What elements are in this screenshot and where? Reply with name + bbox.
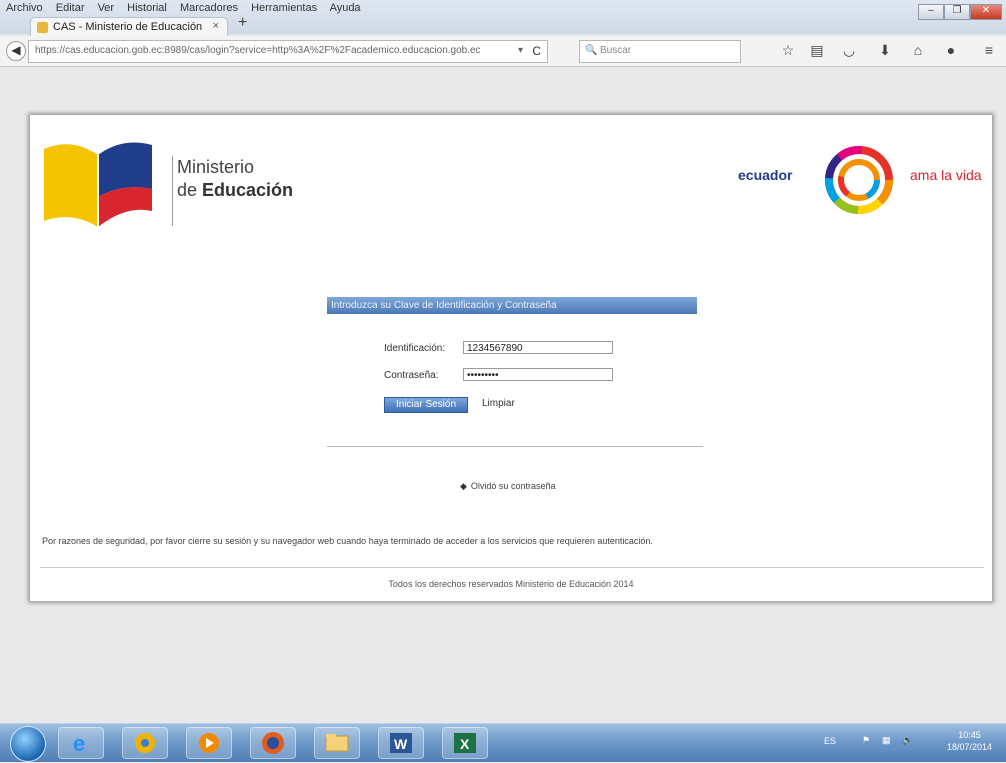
search-placeholder: Buscar <box>600 45 632 56</box>
tab-title: CAS - Ministerio de Educación <box>53 21 203 33</box>
security-notice: Por razones de seguridad, por favor cier… <box>42 536 653 546</box>
login-button[interactable]: Iniciar Sesión <box>384 397 468 413</box>
clock-time: 10:45 <box>958 730 981 740</box>
menu-historial[interactable]: Historial <box>127 2 167 14</box>
url-dropdown-icon[interactable]: ▾ <box>518 45 523 56</box>
ecuador-ama-la-vida-logo: ecuador ama la vida <box>738 145 988 215</box>
menu-hamburger-icon[interactable]: ≡ <box>980 42 998 58</box>
clock-date: 18/07/2014 <box>946 742 992 752</box>
brand-line-2-bold: Educación <box>202 180 294 200</box>
ministerio-logo-icon <box>44 142 152 227</box>
download-icon[interactable]: ⬇ <box>876 42 894 59</box>
clear-button[interactable]: Limpiar <box>482 398 515 409</box>
menu-ayuda[interactable]: Ayuda <box>330 2 361 14</box>
footer-divider <box>40 567 984 568</box>
svg-text:X: X <box>460 736 470 752</box>
forgot-password-link[interactable]: Olvidó su contraseña <box>471 481 556 491</box>
system-tray: ES ⚑ ▦ 🔈 10:45 18/07/2014 <box>806 724 1006 762</box>
pocket-icon[interactable]: ◡ <box>840 42 858 59</box>
brand-line-2: de Educación <box>177 178 293 202</box>
browser-menubar: Archivo Editar Ver Historial Marcadores … <box>0 0 1006 37</box>
taskbar-internet-explorer-icon[interactable]: e <box>58 727 104 759</box>
brand-line-2-prefix: de <box>177 180 203 200</box>
back-button[interactable]: ◀ <box>6 41 26 61</box>
username-input[interactable]: 1234567890 <box>463 341 613 354</box>
windows-taskbar: e W X ES ⚑ ▦ 🔈 10:45 18/07/2014 <box>0 723 1006 762</box>
svg-text:e: e <box>73 731 85 756</box>
close-window-button[interactable]: ✕ <box>970 4 1002 20</box>
password-input[interactable]: ••••••••• <box>463 368 613 381</box>
sun-spiral-icon <box>825 146 893 214</box>
page-viewport: Ministerio de Educación ecuador ama la v… <box>0 67 1006 723</box>
tab-close-icon[interactable]: × <box>213 20 219 32</box>
minimize-button[interactable]: – <box>918 4 944 20</box>
svg-text:W: W <box>394 736 408 752</box>
bullet-icon: ◆ <box>460 481 467 491</box>
menu-editar[interactable]: Editar <box>56 2 85 14</box>
search-bar[interactable]: 🔍 Buscar <box>579 40 741 63</box>
new-tab-button[interactable]: + <box>238 14 247 32</box>
menu-herramientas[interactable]: Herramientas <box>251 2 317 14</box>
menu-bar: Archivo Editar Ver Historial Marcadores … <box>6 2 371 14</box>
ministerio-brand-text: Ministerio de Educación <box>172 156 293 226</box>
footer-copyright: Todos los derechos reservados Ministerio… <box>388 579 634 589</box>
restore-button[interactable]: ❐ <box>944 4 970 20</box>
menu-archivo[interactable]: Archivo <box>6 2 43 14</box>
bookmark-star-icon[interactable]: ☆ <box>779 42 797 59</box>
network-icon[interactable]: ▦ <box>882 735 891 746</box>
menu-ver[interactable]: Ver <box>98 2 115 14</box>
sync-icon[interactable]: ● <box>942 42 960 58</box>
username-label: Identificación: <box>384 343 446 354</box>
login-panel-header: Introduzca su Clave de Identificación y … <box>327 297 697 314</box>
login-card: Ministerio de Educación ecuador ama la v… <box>30 115 992 601</box>
site-favicon-icon <box>37 22 48 33</box>
address-bar[interactable]: https://cas.educacion.gob.ec:8989/cas/lo… <box>28 40 548 63</box>
clock[interactable]: 10:45 18/07/2014 <box>947 729 992 753</box>
taskbar-file-explorer-icon[interactable] <box>314 727 360 759</box>
taskbar-chrome-icon[interactable] <box>122 727 168 759</box>
taskbar-word-icon[interactable]: W <box>378 727 424 759</box>
password-label: Contraseña: <box>384 370 439 381</box>
taskbar-excel-icon[interactable]: X <box>442 727 488 759</box>
forgot-password-row: ◆ Olvidó su contraseña <box>460 481 555 492</box>
form-divider <box>327 446 703 447</box>
flag-notification-icon[interactable]: ⚑ <box>862 735 870 746</box>
tab-cas-login[interactable]: CAS - Ministerio de Educación × <box>30 17 228 37</box>
language-indicator[interactable]: ES <box>824 736 836 746</box>
slogan-right: ama la vida <box>910 167 982 183</box>
bookmarks-list-icon[interactable]: ▤ <box>808 42 826 59</box>
slogan-left: ecuador <box>738 167 793 183</box>
navigation-toolbar: ◀ https://cas.educacion.gob.ec:8989/cas/… <box>0 36 1006 67</box>
brand-line-1: Ministerio <box>177 157 255 177</box>
windows-start-button[interactable] <box>10 726 46 762</box>
search-icon: 🔍 <box>585 45 598 56</box>
home-icon[interactable]: ⌂ <box>909 42 927 58</box>
reload-icon[interactable]: C <box>532 44 541 58</box>
menu-marcadores[interactable]: Marcadores <box>180 2 238 14</box>
volume-icon[interactable]: 🔈 <box>902 735 913 746</box>
url-text: https://cas.educacion.gob.ec:8989/cas/lo… <box>35 45 481 56</box>
taskbar-media-player-icon[interactable] <box>186 727 232 759</box>
taskbar-firefox-icon[interactable] <box>250 727 296 759</box>
